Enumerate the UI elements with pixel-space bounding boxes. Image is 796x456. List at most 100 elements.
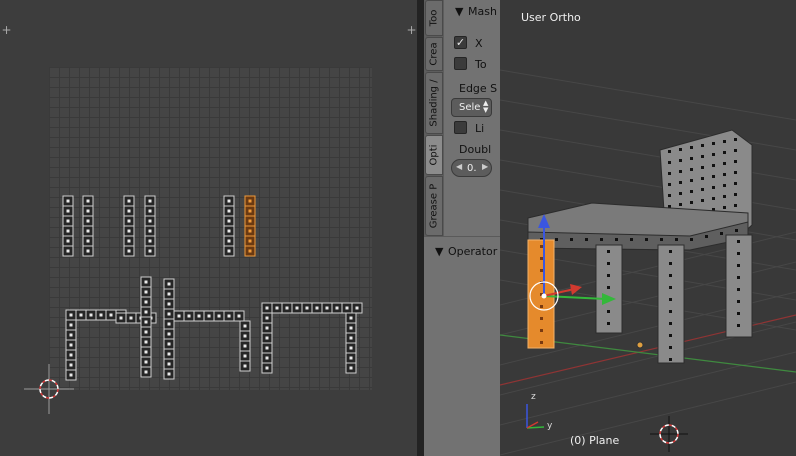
mesh-face-dot bbox=[737, 264, 740, 267]
mesh-face-dot bbox=[630, 238, 633, 241]
face-dot bbox=[66, 229, 70, 233]
face-dot bbox=[243, 344, 247, 348]
mesh-face-dot bbox=[607, 310, 610, 313]
3d-viewport[interactable]: z y User Ortho (0) Plane bbox=[500, 0, 796, 456]
face-dot bbox=[349, 366, 353, 370]
edge-select-dropdown[interactable]: Sele ▲ ▼ bbox=[451, 98, 492, 117]
face-dot bbox=[127, 229, 131, 233]
face-dot bbox=[248, 199, 252, 203]
mesh-face-dot bbox=[690, 146, 693, 149]
face-dot bbox=[66, 199, 70, 203]
chair-mesh[interactable] bbox=[527, 129, 753, 364]
area-divider[interactable] bbox=[417, 0, 424, 456]
face-dot bbox=[349, 316, 353, 320]
face-dot bbox=[227, 249, 231, 253]
mesh-face-dot bbox=[607, 274, 610, 277]
face-dot bbox=[144, 320, 148, 324]
face-dot bbox=[335, 306, 339, 310]
x-mirror-checkbox[interactable]: ✓ bbox=[454, 36, 467, 49]
mesh-face-dot bbox=[679, 159, 682, 162]
live-unwrap-checkbox[interactable] bbox=[454, 121, 467, 134]
face-dot bbox=[66, 239, 70, 243]
face-dot bbox=[227, 314, 231, 318]
face-dot bbox=[109, 313, 113, 317]
increment-arrow-icon[interactable]: ▶ bbox=[482, 162, 488, 171]
viewport-scene[interactable] bbox=[500, 0, 796, 456]
face-dot bbox=[349, 326, 353, 330]
mesh-face-dot bbox=[669, 286, 672, 289]
mesh-face-dot bbox=[679, 170, 682, 173]
face-dot bbox=[285, 306, 289, 310]
face-dot bbox=[127, 249, 131, 253]
operator-panel-header[interactable]: Operator bbox=[448, 245, 497, 258]
mesh-face-dot bbox=[690, 168, 693, 171]
active-object-label: (0) Plane bbox=[570, 434, 620, 447]
face-dot bbox=[119, 316, 123, 320]
face-dot bbox=[227, 199, 231, 203]
face-dot bbox=[248, 229, 252, 233]
mesh-face-dot bbox=[645, 238, 648, 241]
mesh-face-dot bbox=[679, 192, 682, 195]
tab-tools[interactable]: Too bbox=[425, 0, 443, 36]
mesh-face-dot bbox=[723, 162, 726, 165]
face-dot bbox=[227, 229, 231, 233]
face-dot bbox=[349, 346, 353, 350]
uv-islands[interactable] bbox=[0, 0, 417, 456]
face-dot bbox=[265, 366, 269, 370]
tab-shading[interactable]: Shading / bbox=[425, 72, 443, 134]
face-dot bbox=[86, 249, 90, 253]
tab-create[interactable]: Crea bbox=[425, 37, 443, 71]
face-dot bbox=[129, 316, 133, 320]
viewport-corner-handle[interactable] bbox=[782, 0, 796, 14]
tab-shading-label: Shading / bbox=[428, 79, 440, 127]
face-dot bbox=[217, 314, 221, 318]
topology-mirror-checkbox[interactable] bbox=[454, 57, 467, 70]
face-dot bbox=[99, 313, 103, 317]
mesh-face-dot bbox=[669, 274, 672, 277]
mesh-panel-header[interactable]: Mash bbox=[468, 5, 497, 18]
face-dot bbox=[265, 306, 269, 310]
face-dot bbox=[144, 340, 148, 344]
mesh-face-dot bbox=[679, 181, 682, 184]
mesh-face-dot bbox=[669, 358, 672, 361]
face-dot bbox=[69, 333, 73, 337]
blender-window: { "uv_editor": {"area_handle_left": "+",… bbox=[0, 0, 796, 456]
dropdown-arrows-icon: ▲ ▼ bbox=[483, 99, 489, 114]
face-dot bbox=[86, 199, 90, 203]
face-dot bbox=[167, 362, 171, 366]
face-dot bbox=[127, 219, 131, 223]
face-dot bbox=[144, 300, 148, 304]
mesh-face-dot bbox=[734, 193, 737, 196]
decrement-arrow-icon[interactable]: ◀ bbox=[456, 162, 462, 171]
mesh-face-dot bbox=[737, 312, 740, 315]
face-dot bbox=[345, 306, 349, 310]
mesh-face-dot bbox=[690, 157, 693, 160]
mesh-face-dot bbox=[679, 203, 682, 206]
mesh-face-dot bbox=[555, 238, 558, 241]
mesh-face-dot bbox=[585, 238, 588, 241]
face-dot bbox=[69, 313, 73, 317]
mesh-face-dot bbox=[737, 300, 740, 303]
uv-editor[interactable]: + + bbox=[0, 0, 417, 456]
selected-face-dot bbox=[540, 245, 543, 248]
mesh-face-dot bbox=[712, 153, 715, 156]
double-threshold-field[interactable]: ◀ 0. ▶ bbox=[451, 159, 492, 177]
face-dot bbox=[144, 360, 148, 364]
face-dot bbox=[167, 342, 171, 346]
tab-grease-pencil[interactable]: Grease P bbox=[425, 176, 443, 236]
mesh-face-dot bbox=[737, 324, 740, 327]
face-dot bbox=[349, 356, 353, 360]
face-dot bbox=[127, 199, 131, 203]
operator-collapse-icon[interactable]: ▼ bbox=[435, 245, 443, 258]
face-dot bbox=[243, 364, 247, 368]
mesh-face-dot bbox=[723, 206, 726, 209]
mesh-face-dot bbox=[668, 172, 671, 175]
live-unwrap-label: Li bbox=[475, 122, 485, 135]
mesh-face-dot bbox=[570, 238, 573, 241]
selected-face-dot bbox=[540, 317, 543, 320]
face-dot bbox=[177, 314, 181, 318]
face-dot bbox=[148, 219, 152, 223]
tab-options[interactable]: Opti bbox=[425, 135, 443, 175]
face-dot bbox=[144, 330, 148, 334]
mesh-panel-collapse-icon[interactable]: ▼ bbox=[455, 5, 463, 18]
